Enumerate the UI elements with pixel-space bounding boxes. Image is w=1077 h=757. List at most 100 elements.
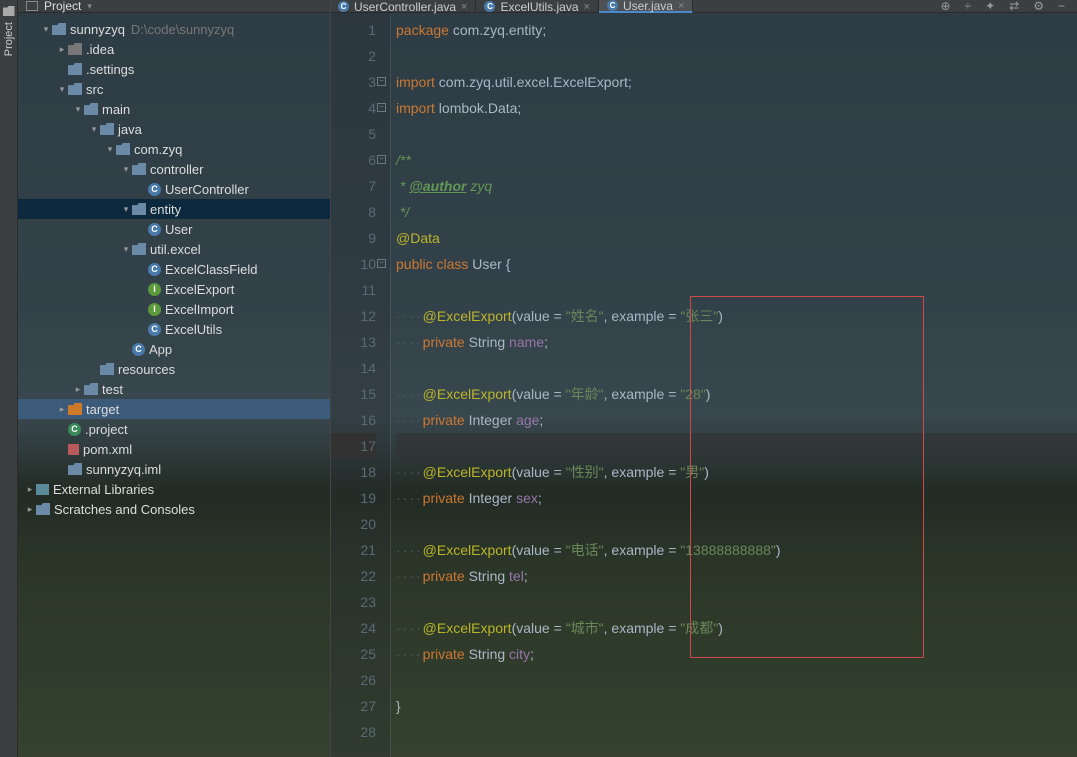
tree-row[interactable]: ▾main — [18, 99, 330, 119]
editor-tab[interactable]: CUser.java× — [599, 0, 693, 13]
line-number[interactable]: 5 — [330, 121, 376, 147]
tree-row[interactable]: ▸target — [18, 399, 330, 419]
line-number[interactable]: 26 — [330, 667, 376, 693]
tree-row[interactable]: ▾com.zyq — [18, 139, 330, 159]
code-line[interactable]: import com.zyq.util.excel.ExcelExport; — [396, 69, 1077, 95]
chevron-icon[interactable]: ▾ — [72, 104, 84, 115]
line-number[interactable]: 3− — [330, 69, 376, 95]
chevron-icon[interactable]: ▾ — [40, 24, 52, 35]
line-number[interactable]: 1 — [330, 17, 376, 43]
line-number[interactable]: 28 — [330, 719, 376, 745]
code-line[interactable]: ····private String tel; — [396, 563, 1077, 589]
code-line[interactable]: import lombok.Data; — [396, 95, 1077, 121]
fold-icon[interactable]: − — [377, 77, 386, 86]
tree-row[interactable]: .project — [18, 419, 330, 439]
chevron-icon[interactable]: ▸ — [24, 484, 36, 495]
code-line[interactable]: ····@ExcelExport(value = "城市", example =… — [396, 615, 1077, 641]
line-number[interactable]: 22 — [330, 563, 376, 589]
gutter[interactable]: 123−4−56−78910−1112131415161718192021222… — [330, 13, 390, 757]
code-line[interactable]: ····private Integer sex; — [396, 485, 1077, 511]
line-number[interactable]: 6− — [330, 147, 376, 173]
chevron-icon[interactable]: ▾ — [120, 204, 132, 215]
code-line[interactable] — [396, 355, 1077, 381]
tree-row[interactable]: ▸.idea — [18, 39, 330, 59]
code-line[interactable]: /** — [396, 147, 1077, 173]
code-line[interactable]: @Data — [396, 225, 1077, 251]
line-number[interactable]: 18 — [330, 459, 376, 485]
tree-row[interactable]: ExcelUtils — [18, 319, 330, 339]
tree-row[interactable]: App — [18, 339, 330, 359]
editor-tab[interactable]: CUserController.java× — [330, 0, 476, 13]
line-number[interactable]: 16 — [330, 407, 376, 433]
line-number[interactable]: 10− — [330, 251, 376, 277]
chevron-icon[interactable]: ▸ — [56, 404, 68, 415]
editor[interactable]: 123−4−56−78910−1112131415161718192021222… — [330, 13, 1077, 757]
chevron-icon[interactable]: ▾ — [120, 164, 132, 175]
code-line[interactable]: package com.zyq.entity; — [396, 17, 1077, 43]
code-line[interactable] — [396, 589, 1077, 615]
tree-row[interactable]: ▾java — [18, 119, 330, 139]
tree-row[interactable]: ExcelExport — [18, 279, 330, 299]
code-line[interactable] — [396, 277, 1077, 303]
tree-row[interactable]: ▸External Libraries — [18, 479, 330, 499]
line-number[interactable]: 12 — [330, 303, 376, 329]
chevron-icon[interactable]: ▾ — [56, 84, 68, 95]
code-line[interactable]: ····private Integer age; — [396, 407, 1077, 433]
tree-row[interactable]: User — [18, 219, 330, 239]
tree-row[interactable]: sunnyzyq.iml — [18, 459, 330, 479]
tree-row[interactable]: ▾sunnyzyqD:\code\sunnyzyq — [18, 19, 330, 39]
line-number[interactable]: 13 — [330, 329, 376, 355]
code-line[interactable]: ····@ExcelExport(value = "年龄", example =… — [396, 381, 1077, 407]
chevron-icon[interactable]: ▸ — [56, 44, 68, 55]
code-line[interactable] — [396, 667, 1077, 693]
tree-row[interactable]: ▾entity — [18, 199, 330, 219]
line-number[interactable]: 19 — [330, 485, 376, 511]
code-line[interactable]: */ — [396, 199, 1077, 225]
line-number[interactable]: 11 — [330, 277, 376, 303]
fold-icon[interactable]: − — [377, 103, 386, 112]
line-number[interactable]: 9 — [330, 225, 376, 251]
code-line[interactable] — [396, 433, 1077, 459]
chevron-icon[interactable]: ▾ — [104, 144, 116, 155]
close-icon[interactable]: × — [584, 1, 590, 13]
line-number[interactable]: 7 — [330, 173, 376, 199]
code-line[interactable] — [396, 121, 1077, 147]
code-line[interactable]: ····private String city; — [396, 641, 1077, 667]
code-area[interactable]: package com.zyq.entity; import com.zyq.ut… — [390, 13, 1077, 757]
project-tool-window-button[interactable]: Project — [0, 0, 18, 757]
code-line[interactable]: * @author zyq — [396, 173, 1077, 199]
line-number[interactable]: 21 — [330, 537, 376, 563]
tree-row[interactable]: ▾src — [18, 79, 330, 99]
tree-row[interactable]: ▸test — [18, 379, 330, 399]
code-line[interactable] — [396, 511, 1077, 537]
line-number[interactable]: 20 — [330, 511, 376, 537]
tree-row[interactable]: ExcelClassField — [18, 259, 330, 279]
line-number[interactable]: 24 — [330, 615, 376, 641]
tree-row[interactable]: ▸Scratches and Consoles — [18, 499, 330, 519]
splitter[interactable] — [330, 0, 331, 757]
close-icon[interactable]: × — [461, 1, 467, 13]
close-icon[interactable]: × — [678, 0, 684, 12]
code-line[interactable]: ····@ExcelExport(value = "电话", example =… — [396, 537, 1077, 563]
fold-icon[interactable]: − — [377, 155, 386, 164]
line-number[interactable]: 17 — [330, 433, 376, 459]
tree-row[interactable]: .settings — [18, 59, 330, 79]
code-line[interactable]: ····private String name; — [396, 329, 1077, 355]
chevron-icon[interactable]: ▸ — [24, 504, 36, 515]
line-number[interactable]: 23 — [330, 589, 376, 615]
chevron-icon[interactable]: ▾ — [120, 244, 132, 255]
fold-icon[interactable]: − — [377, 259, 386, 268]
code-line[interactable] — [396, 43, 1077, 69]
code-line[interactable]: ····@ExcelExport(value = "性别", example =… — [396, 459, 1077, 485]
line-number[interactable]: 14 — [330, 355, 376, 381]
tree-row[interactable]: pom.xml — [18, 439, 330, 459]
line-number[interactable]: 8 — [330, 199, 376, 225]
code-line[interactable]: public class User { — [396, 251, 1077, 277]
tree-row[interactable]: ▾controller — [18, 159, 330, 179]
tree-row[interactable]: ExcelImport — [18, 299, 330, 319]
tree-row[interactable]: ▾util.excel — [18, 239, 330, 259]
tree-row[interactable]: UserController — [18, 179, 330, 199]
chevron-icon[interactable]: ▸ — [72, 384, 84, 395]
tree-row[interactable]: resources — [18, 359, 330, 379]
project-header[interactable]: Project ▾ — [18, 0, 330, 12]
